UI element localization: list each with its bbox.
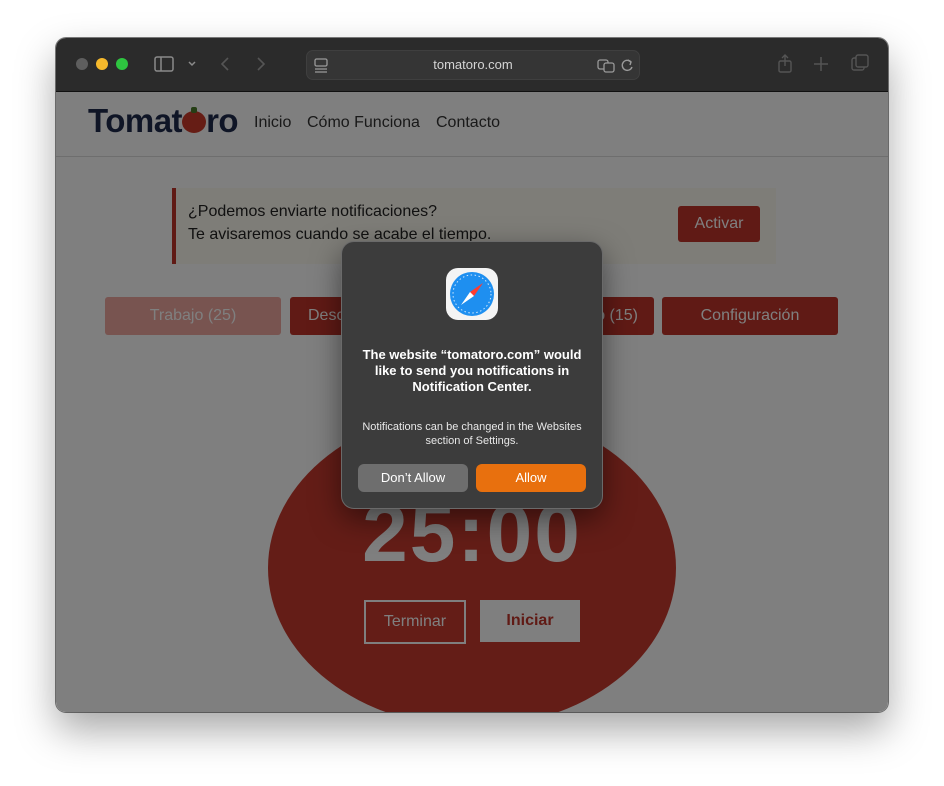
address-bar[interactable]: tomatoro.com [306, 50, 640, 80]
allow-button[interactable]: Allow [476, 464, 586, 492]
chevron-down-icon[interactable] [186, 53, 198, 75]
new-tab-icon[interactable] [812, 53, 830, 75]
share-icon[interactable] [776, 53, 794, 75]
reload-icon[interactable] [619, 54, 635, 76]
dont-allow-button[interactable]: Don’t Allow [358, 464, 468, 492]
forward-icon[interactable] [254, 53, 268, 75]
back-icon[interactable] [218, 53, 232, 75]
dialog-title: The website “tomatoro.com” would like to… [362, 347, 582, 394]
safari-app-icon [446, 268, 498, 320]
zoom-window-button[interactable] [116, 58, 128, 70]
minimize-window-button[interactable] [96, 58, 108, 70]
tab-overview-icon[interactable] [850, 53, 870, 75]
sidebar-icon[interactable] [154, 53, 174, 75]
address-url: tomatoro.com [433, 57, 513, 72]
browser-toolbar: tomatoro.com [56, 38, 888, 92]
translate-icon[interactable] [597, 54, 615, 76]
notification-permission-dialog: The website “tomatoro.com” would like to… [342, 242, 602, 508]
dialog-subtitle: Notifications can be changed in the Webs… [362, 421, 582, 447]
close-window-button[interactable] [76, 58, 88, 70]
